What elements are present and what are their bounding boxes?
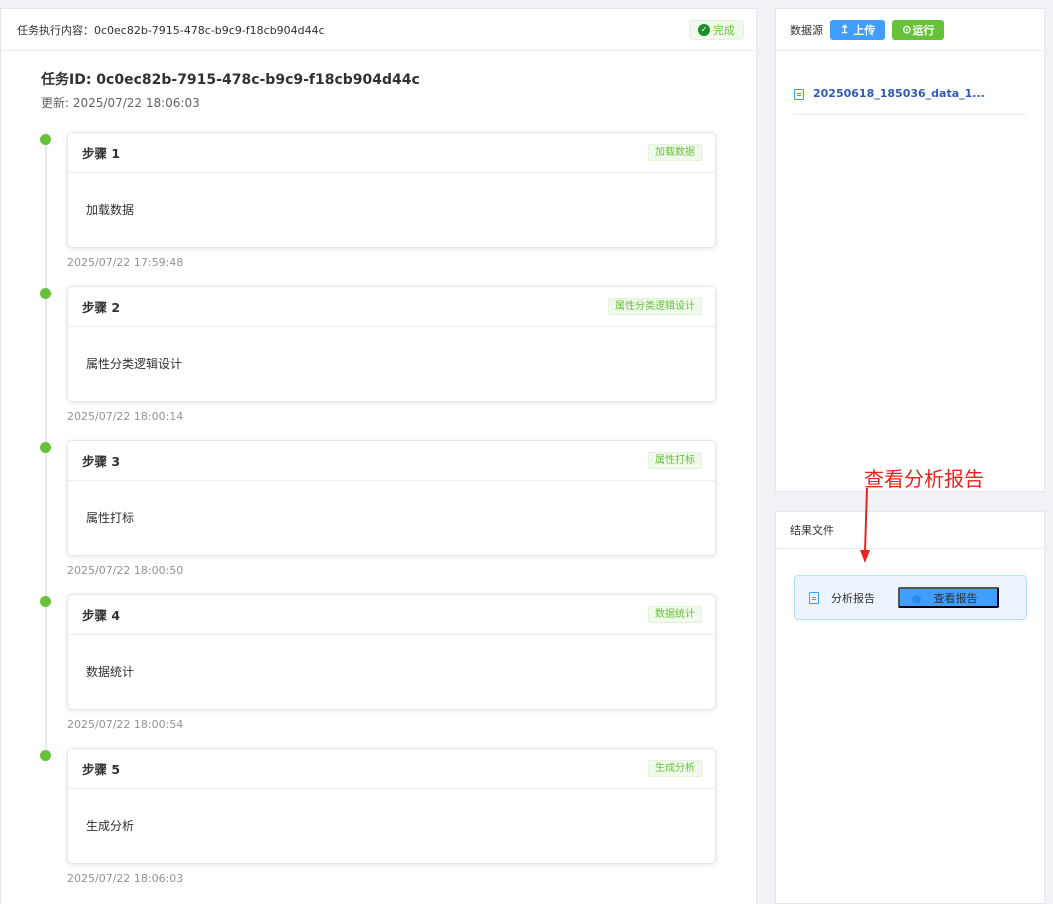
step-content: 属性分类逻辑设计 [86,357,183,371]
step-time: 2025/07/22 17:59:48 [67,256,184,269]
step-card-header: 步骤 2 属性分类逻辑设计 [68,287,715,327]
task-id-heading: 任务ID: 0c0ec82b-7915-478c-b9c9-f18cb904d4… [41,72,420,88]
step-title: 步骤 5 [82,762,121,777]
step-title: 步骤 2 [82,300,121,315]
step-card-header: 步骤 5 生成分析 [68,749,715,789]
status-label: 完成 [713,23,735,37]
task-updated-time: 更新: 2025/07/22 18:06:03 [41,96,200,110]
timeline-dot [40,288,51,299]
run-button[interactable]: ⊙ 运行 [892,19,945,40]
step-time: 2025/07/22 18:00:14 [67,410,184,423]
step-card: 步骤 2 属性分类逻辑设计 属性分类逻辑设计 [67,286,716,402]
timeline-dot [40,596,51,607]
results-header: 结果文件 [776,512,1044,549]
run-icon: ⊙ [902,24,912,36]
datasource-header: 数据源 ↥ 上传 ⊙ 运行 [776,9,1044,51]
check-circle-icon: ✓ [698,23,710,36]
step-title: 步骤 3 [82,454,121,469]
annotation-label: 查看分析报告 [864,467,984,491]
results-panel: 结果文件 分析报告 查看报告 [775,511,1045,904]
step-tag: 属性分类逻辑设计 [608,298,702,315]
upload-button-label: 上传 [853,24,876,37]
datasource-file-item[interactable]: 20250618_185036_data_1... [794,87,1026,115]
datasource-panel: 数据源 ↥ 上传 ⊙ 运行 20250618_185036_data_1... [775,8,1045,492]
step-time: 2025/07/22 18:06:03 [67,872,184,885]
upload-icon: ↥ [840,24,850,36]
step-card-header: 步骤 4 数据统计 [68,595,715,635]
step-tag: 加载数据 [648,144,702,161]
step-card: 步骤 3 属性打标 属性打标 [67,440,716,556]
step-time: 2025/07/22 18:00:54 [67,718,184,731]
step-time: 2025/07/22 18:00:50 [67,564,184,577]
datasource-file-name[interactable]: 20250618_185036_data_1... [813,87,985,100]
eye-icon [912,595,921,604]
timeline-dot [40,442,51,453]
step-content: 属性打标 [86,511,135,525]
timeline-dot [40,134,51,145]
step-card: 步骤 5 生成分析 生成分析 [67,748,716,864]
document-icon [809,591,819,604]
step-tag: 属性打标 [648,452,702,469]
step-content: 加载数据 [86,203,135,217]
run-button-label: 运行 [912,24,935,37]
step-tag: 数据统计 [648,606,702,623]
step-title: 步骤 4 [82,608,121,623]
report-name: 分析报告 [831,591,875,605]
task-panel-title: 任务执行内容：0c0ec82b-7915-478c-b9c9-f18cb904d… [17,23,325,37]
timeline-dot [40,750,51,761]
upload-button[interactable]: ↥ 上传 [830,19,886,40]
step-title: 步骤 1 [82,146,121,161]
step-content: 数据统计 [86,665,135,679]
document-icon [794,89,804,100]
view-report-label: 查看报告 [933,592,978,605]
report-file-item: 分析报告 查看报告 [794,575,1027,620]
step-card: 步骤 4 数据统计 数据统计 [67,594,716,710]
step-card: 步骤 1 加载数据 加载数据 [67,132,716,248]
step-card-header: 步骤 1 加载数据 [68,133,715,173]
step-tag: 生成分析 [648,760,702,777]
status-badge: ✓ 完成 [689,19,744,40]
step-card-header: 步骤 3 属性打标 [68,441,715,481]
datasource-label: 数据源 [790,23,823,37]
step-content: 生成分析 [86,819,135,833]
view-report-button[interactable]: 查看报告 [898,587,999,608]
task-panel-header: 任务执行内容：0c0ec82b-7915-478c-b9c9-f18cb904d… [1,9,756,51]
